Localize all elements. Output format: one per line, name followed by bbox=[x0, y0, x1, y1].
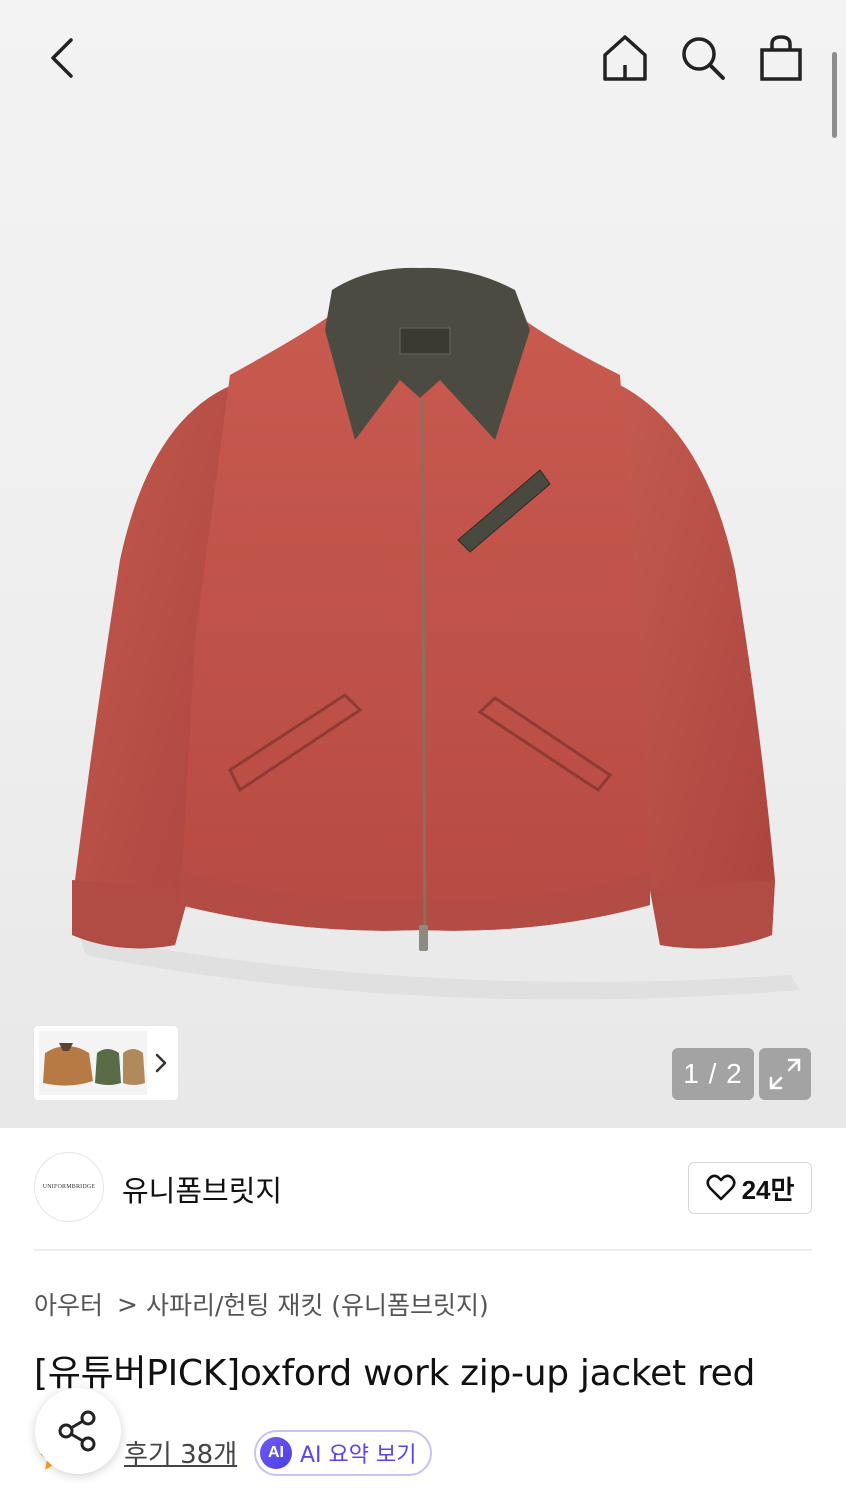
breadcrumb-separator: > bbox=[117, 1289, 138, 1319]
search-button[interactable] bbox=[676, 30, 730, 86]
ai-summary-label: AI 요약 보기 bbox=[300, 1443, 417, 1468]
section-divider bbox=[34, 1249, 812, 1251]
home-icon bbox=[603, 35, 647, 81]
shopping-bag-icon bbox=[760, 35, 802, 81]
expand-icon bbox=[769, 1058, 801, 1090]
share-icon bbox=[58, 1410, 96, 1452]
product-image[interactable] bbox=[0, 0, 846, 1128]
variant-thumbnail-images[interactable] bbox=[39, 1031, 147, 1095]
heart-icon bbox=[706, 1174, 736, 1201]
page-scrollbar[interactable] bbox=[832, 52, 837, 138]
breadcrumb: 아우터 > 사파리/헌팅 재킷 (유니폼브릿지) bbox=[34, 1286, 489, 1322]
chevron-left-icon bbox=[51, 38, 73, 78]
search-icon bbox=[682, 37, 725, 80]
back-button[interactable] bbox=[34, 30, 90, 86]
breadcrumb-subcategory[interactable]: 사파리/헌팅 재킷 (유니폼브릿지) bbox=[146, 1286, 489, 1322]
product-title: [유튜버PICK]oxford work zip-up jacket red bbox=[34, 1353, 756, 1394]
brand-name[interactable]: 유니폼브릿지 bbox=[122, 1168, 282, 1210]
breadcrumb-category[interactable]: 아우터 bbox=[34, 1286, 103, 1322]
expand-image-button[interactable] bbox=[759, 1048, 811, 1100]
home-button[interactable] bbox=[598, 30, 652, 86]
color-variant-thumbnails[interactable] bbox=[34, 1026, 178, 1100]
like-count: 24만 bbox=[741, 1174, 795, 1205]
page-counter-text: 1 / 2 bbox=[683, 1058, 743, 1089]
share-button[interactable] bbox=[35, 1388, 121, 1474]
brand-logo-text: UNIFORMBRIDGE bbox=[42, 1184, 96, 1190]
image-page-counter: 1 / 2 bbox=[672, 1048, 754, 1100]
review-count-link[interactable]: 후기 38개 bbox=[124, 1434, 237, 1471]
chevron-right-icon[interactable] bbox=[152, 1048, 170, 1078]
brand-logo[interactable]: UNIFORMBRIDGE bbox=[34, 1152, 104, 1222]
review-row: 후기 38개 AI AI 요약 보기 bbox=[34, 1428, 734, 1478]
like-button[interactable]: 24만 bbox=[688, 1162, 812, 1214]
ai-summary-button[interactable]: AI AI 요약 보기 bbox=[254, 1430, 432, 1476]
shopping-bag-button[interactable] bbox=[754, 30, 808, 86]
ai-badge: AI bbox=[260, 1437, 292, 1469]
brand-row: UNIFORMBRIDGE 유니폼브릿지 24만 bbox=[34, 1152, 812, 1224]
product-image-gallery[interactable]: 1 / 2 bbox=[0, 0, 846, 1128]
